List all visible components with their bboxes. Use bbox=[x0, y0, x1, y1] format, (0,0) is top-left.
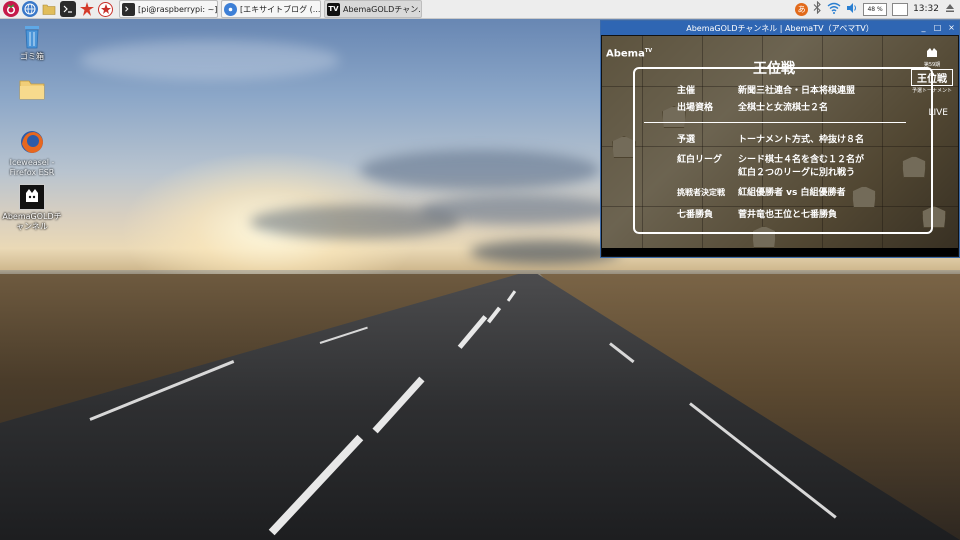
info-value: 新聞三社連合・日本将棋連盟 bbox=[738, 86, 856, 96]
cloud bbox=[250, 205, 460, 239]
minimize-icon[interactable]: _ bbox=[918, 22, 929, 33]
live-indicator: LIVE bbox=[928, 108, 948, 118]
eject-icon[interactable] bbox=[945, 3, 955, 16]
wolfram-icon[interactable] bbox=[98, 1, 113, 17]
system-tray: あ 48 % 13:32 bbox=[795, 0, 960, 18]
info-label: 主催 bbox=[677, 86, 696, 96]
desktop-icon-label: ゴミ箱 bbox=[20, 52, 44, 61]
tv-icon: TV bbox=[327, 2, 340, 16]
cloud bbox=[360, 150, 600, 190]
tournament-badge: 第59期 王位戦 予選トーナメント bbox=[908, 48, 956, 94]
task-label: [pi@raspberrypi: ~] bbox=[138, 4, 218, 14]
input-method-icon[interactable]: あ bbox=[795, 2, 809, 16]
firefox-icon bbox=[17, 128, 47, 156]
badge-main: 王位戦 bbox=[911, 69, 953, 86]
cloud bbox=[470, 240, 620, 264]
globe-browser-icon[interactable] bbox=[22, 1, 38, 17]
terminal-icon bbox=[122, 2, 135, 16]
window-titlebar[interactable]: AbemaGOLDチャンネル | AbemaTV（アベマTV） _ □ × bbox=[601, 21, 959, 35]
cloud bbox=[80, 40, 340, 80]
task-label: AbemaGOLDチャン... bbox=[343, 4, 422, 14]
info-label: 予選 bbox=[677, 135, 696, 145]
terminal-icon[interactable] bbox=[60, 1, 76, 17]
chromium-icon bbox=[224, 2, 237, 16]
task-abema[interactable]: TV AbemaGOLDチャン... bbox=[324, 0, 422, 18]
maximize-icon[interactable]: □ bbox=[932, 22, 943, 33]
raspberry-menu-icon[interactable] bbox=[3, 1, 19, 17]
desktop-icon-folder[interactable] bbox=[0, 76, 64, 106]
badge-sub: 予選トーナメント bbox=[911, 88, 952, 94]
logo-text: Abema bbox=[606, 48, 645, 60]
video-bottom-bar bbox=[602, 248, 958, 256]
badge-top: 第59期 bbox=[923, 62, 941, 68]
abema-video-window[interactable]: AbemaGOLDチャンネル | AbemaTV（アベマTV） _ □ × Ab… bbox=[600, 20, 960, 258]
wifi-icon[interactable] bbox=[827, 2, 841, 17]
task-browser[interactable]: [エキサイトブログ (... bbox=[221, 0, 321, 18]
task-label: [エキサイトブログ (... bbox=[240, 4, 321, 14]
desktop-icon-label: Iceweasel - Firefox ESR bbox=[9, 158, 55, 177]
abema-mascot-icon bbox=[927, 48, 937, 57]
cpu-meter-icon[interactable] bbox=[892, 2, 909, 16]
info-label: 七番勝負 bbox=[677, 210, 714, 220]
info-label: 紅白リーグ bbox=[677, 155, 723, 165]
abema-logo: AbemaTV bbox=[606, 48, 652, 59]
info-value: 全棋士と女流棋士２名 bbox=[738, 103, 829, 113]
info-value: 菅井竜也王位と七番勝負 bbox=[738, 210, 838, 220]
info-value: シード棋士４名を含む１２名が bbox=[738, 155, 865, 165]
trash-icon bbox=[17, 22, 47, 50]
taskbar: [pi@raspberrypi: ~] [エキサイトブログ (... TV Ab… bbox=[0, 0, 960, 19]
desktop-icon-label: AbemaGOLDチャンネル bbox=[2, 212, 62, 231]
info-label: 出場資格 bbox=[677, 103, 714, 113]
desktop-icon-firefox[interactable]: Iceweasel - Firefox ESR bbox=[0, 128, 64, 178]
info-value: 紅組優勝者 vs 白組優勝者 bbox=[738, 188, 846, 198]
close-icon[interactable]: × bbox=[946, 22, 957, 33]
volume-icon[interactable] bbox=[846, 2, 858, 17]
file-manager-icon[interactable] bbox=[41, 1, 57, 17]
info-divider bbox=[644, 122, 906, 123]
clock[interactable]: 13:32 bbox=[913, 4, 939, 14]
burst-app-icon[interactable] bbox=[79, 1, 95, 17]
task-terminal[interactable]: [pi@raspberrypi: ~] bbox=[119, 0, 218, 18]
logo-sup: TV bbox=[644, 48, 653, 54]
battery-indicator[interactable]: 48 % bbox=[863, 2, 888, 16]
info-value: トーナメント方式、枠抜け８名 bbox=[738, 135, 865, 145]
info-label: 挑戦者決定戦 bbox=[677, 188, 725, 197]
bluetooth-icon[interactable] bbox=[813, 0, 822, 17]
desktop-icon-abema[interactable]: AbemaGOLDチャンネル bbox=[0, 184, 64, 232]
window-title: AbemaGOLDチャンネル | AbemaTV（アベマTV） bbox=[686, 23, 874, 33]
abema-icon bbox=[19, 184, 45, 210]
desktop-icon-trash[interactable]: ゴミ箱 bbox=[0, 22, 64, 62]
folder-icon bbox=[17, 76, 47, 104]
tournament-title: 王位戦 bbox=[753, 61, 795, 77]
video-player[interactable]: AbemaTV 王位戦 主催 新聞三社連合・日本将棋連盟 出場資格 全棋士と女流… bbox=[602, 36, 958, 256]
battery-label: 48 % bbox=[867, 5, 883, 13]
info-value: 紅白２つのリーグに別れ戦う bbox=[738, 168, 856, 178]
